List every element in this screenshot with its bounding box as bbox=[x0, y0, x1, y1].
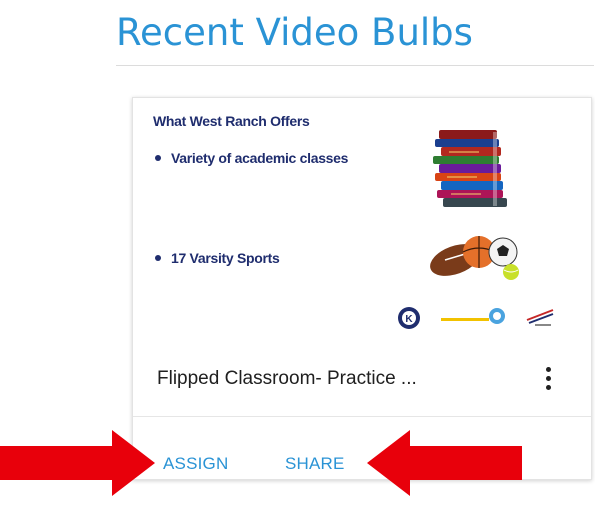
slide-bullet: Variety of academic classes bbox=[155, 150, 348, 166]
slide-bullet: 17 Varsity Sports bbox=[155, 250, 280, 266]
title-divider bbox=[116, 65, 594, 66]
bullet-dot-icon bbox=[155, 155, 161, 162]
left-arrow-annotation-icon bbox=[367, 430, 522, 496]
bullet-dot-icon bbox=[155, 255, 161, 262]
card-divider bbox=[133, 416, 591, 417]
stacked-books-icon bbox=[433, 130, 507, 207]
right-arrow-annotation-icon bbox=[0, 430, 155, 496]
section-title: Recent Video Bulbs bbox=[116, 11, 473, 54]
assign-button[interactable]: ASSIGN bbox=[163, 454, 228, 474]
slide-heading: What West Ranch Offers bbox=[153, 113, 310, 129]
slide-bullet-text: Variety of academic classes bbox=[171, 150, 349, 166]
share-button[interactable]: SHARE bbox=[285, 454, 345, 474]
sports-balls-icon bbox=[430, 236, 519, 280]
video-bulb-card[interactable]: What West Ranch Offers Variety of academ… bbox=[132, 97, 592, 480]
video-title[interactable]: Flipped Classroom- Practice ... bbox=[157, 368, 417, 390]
slide-bullet-text: 17 Varsity Sports bbox=[171, 250, 280, 266]
kiwanis-logo: K bbox=[398, 307, 420, 329]
fbla-logo bbox=[526, 309, 554, 326]
video-thumbnail[interactable]: What West Ranch Offers Variety of academ… bbox=[133, 98, 591, 338]
club-logo bbox=[441, 308, 505, 324]
more-options-icon[interactable] bbox=[538, 364, 558, 394]
svg-text:K: K bbox=[405, 314, 413, 325]
